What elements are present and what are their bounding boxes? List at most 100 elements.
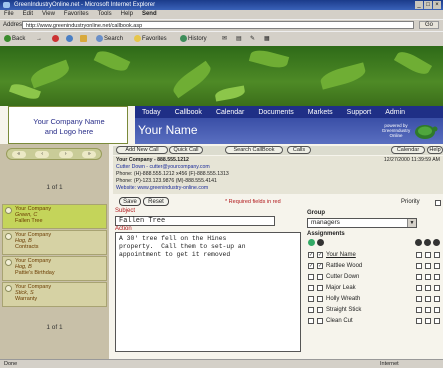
user-name: Your Name (138, 123, 198, 137)
assignee-checkbox[interactable] (308, 296, 314, 302)
close-icon[interactable]: × (433, 1, 441, 9)
option-checkbox[interactable] (425, 318, 431, 324)
save-button[interactable]: Save (119, 197, 141, 206)
maximize-icon[interactable]: □ (424, 1, 432, 9)
address-input[interactable]: http://www.greenindustryonline.net/callb… (22, 21, 414, 29)
menu-edit[interactable]: Edit (23, 10, 33, 19)
nav-calendar[interactable]: Calendar (209, 109, 251, 116)
leaf-decoration (169, 60, 215, 99)
prev-page-button[interactable]: ‹ (35, 150, 50, 158)
check-all-icon[interactable] (308, 239, 315, 246)
group-label: Group (307, 210, 325, 216)
option-checkbox[interactable] (416, 285, 422, 291)
add-new-call-button[interactable]: Add New Call (116, 146, 168, 154)
assignee-checkbox[interactable] (308, 274, 314, 280)
help-button[interactable]: Help (427, 146, 443, 154)
option-checkbox[interactable] (434, 274, 440, 280)
option-checkbox[interactable] (425, 263, 431, 269)
history-button[interactable]: History (180, 35, 207, 44)
option-checkbox[interactable] (434, 307, 440, 313)
next-page-button[interactable]: › (58, 150, 73, 158)
contact-item[interactable]: Your Company Hog, B Contracts (2, 230, 107, 255)
discuss-icon[interactable]: ▦ (264, 35, 270, 44)
search-button[interactable]: Search (96, 35, 123, 44)
option-checkbox[interactable] (416, 263, 422, 269)
edit-icon[interactable]: ✎ (250, 35, 255, 44)
contact-subject: Fallen Tree (15, 218, 43, 224)
option-checkbox[interactable] (425, 252, 431, 258)
reset-button[interactable]: Reset (143, 197, 169, 206)
mail-icon[interactable]: ✉ (222, 35, 227, 44)
subject-input[interactable]: Fallen Tree (115, 216, 275, 226)
option-checkbox[interactable] (425, 307, 431, 313)
nav-admin[interactable]: Admin (378, 109, 412, 116)
menu-view[interactable]: View (42, 10, 55, 19)
chevron-down-icon[interactable]: ▼ (407, 219, 416, 227)
calls-button[interactable]: Calls (287, 146, 311, 154)
nav-markets[interactable]: Markets (301, 109, 340, 116)
nav-today[interactable]: Today (135, 109, 168, 116)
assignee-checkbox[interactable] (308, 318, 314, 324)
notify-checkbox[interactable] (317, 285, 323, 291)
nav-support[interactable]: Support (340, 109, 379, 116)
contact-email-link[interactable]: Cutter Down - cutter@yourcompany.com (116, 164, 210, 170)
option-checkbox[interactable] (434, 263, 440, 269)
last-page-button[interactable]: » (82, 150, 97, 158)
option-checkbox[interactable] (416, 252, 422, 258)
refresh-icon[interactable] (66, 35, 74, 44)
contact-status-icon (5, 285, 12, 292)
notify-checkbox[interactable] (317, 318, 323, 324)
option-checkbox[interactable] (425, 296, 431, 302)
option-checkbox[interactable] (416, 274, 422, 280)
nav-documents[interactable]: Documents (251, 109, 300, 116)
menu-send[interactable]: Send (142, 10, 157, 19)
contact-item[interactable]: Your Company Green, C Fallen Tree (2, 204, 107, 229)
contact-item[interactable]: Your Company Hog, B Pattie's Birthday (2, 256, 107, 281)
assignee-checkbox[interactable]: ✓ (308, 263, 314, 269)
option-checkbox[interactable] (416, 296, 422, 302)
option-checkbox[interactable] (416, 307, 422, 313)
option-checkbox[interactable] (434, 318, 440, 324)
notify-checkbox[interactable] (317, 307, 323, 313)
favorites-button[interactable]: Favorites (134, 35, 167, 44)
contact-item[interactable]: Your Company Stick, S Warranty (2, 282, 107, 307)
uncheck-all-icon[interactable] (317, 239, 324, 246)
calendar-button[interactable]: Calendar (391, 146, 425, 154)
action-textarea[interactable]: A 30' tree fell on the Hines property. C… (115, 232, 301, 352)
notify-checkbox[interactable] (317, 274, 323, 280)
assignee-checkbox[interactable]: ✓ (308, 252, 314, 258)
go-button[interactable]: Go (419, 21, 439, 29)
nav-callbook[interactable]: Callbook (168, 109, 209, 116)
assignee-row: Straight Stick (307, 305, 443, 315)
assignee-checkbox[interactable] (308, 307, 314, 313)
notify-checkbox[interactable]: ✓ (317, 252, 323, 258)
menu-help[interactable]: Help (121, 10, 133, 19)
option-checkbox[interactable] (425, 285, 431, 291)
stop-icon[interactable] (52, 35, 60, 44)
option-checkbox[interactable] (434, 296, 440, 302)
menu-tools[interactable]: Tools (98, 10, 112, 19)
menu-favorites[interactable]: Favorites (64, 10, 89, 19)
forward-icon[interactable]: → (36, 35, 42, 44)
group-select[interactable]: managers ▼ (307, 218, 417, 228)
search-callbook-button[interactable]: Search CallBook (225, 146, 283, 154)
menu-file[interactable]: File (4, 10, 14, 19)
option-checkbox[interactable] (434, 252, 440, 258)
option-checkbox[interactable] (434, 285, 440, 291)
print-icon[interactable]: ▤ (236, 35, 242, 44)
website-link[interactable]: Website: www.greenindustry-online.com (116, 185, 208, 191)
contact-subject: Warranty (15, 296, 38, 302)
assignee-checkbox[interactable] (308, 285, 314, 291)
quick-call-button[interactable]: Quick Call (169, 146, 203, 154)
home-icon[interactable] (80, 35, 88, 44)
back-button[interactable]: Back (4, 35, 25, 44)
notify-checkbox[interactable]: ✓ (317, 263, 323, 269)
option-checkbox[interactable] (425, 274, 431, 280)
status-text: Done (4, 361, 18, 367)
priority-checkbox[interactable] (435, 200, 441, 206)
minimize-icon[interactable]: _ (415, 1, 423, 9)
first-page-button[interactable]: « (11, 150, 26, 158)
title-bar: GreenIndustryOnline.net - Microsoft Inte… (0, 0, 443, 10)
notify-checkbox[interactable] (317, 296, 323, 302)
option-checkbox[interactable] (416, 318, 422, 324)
